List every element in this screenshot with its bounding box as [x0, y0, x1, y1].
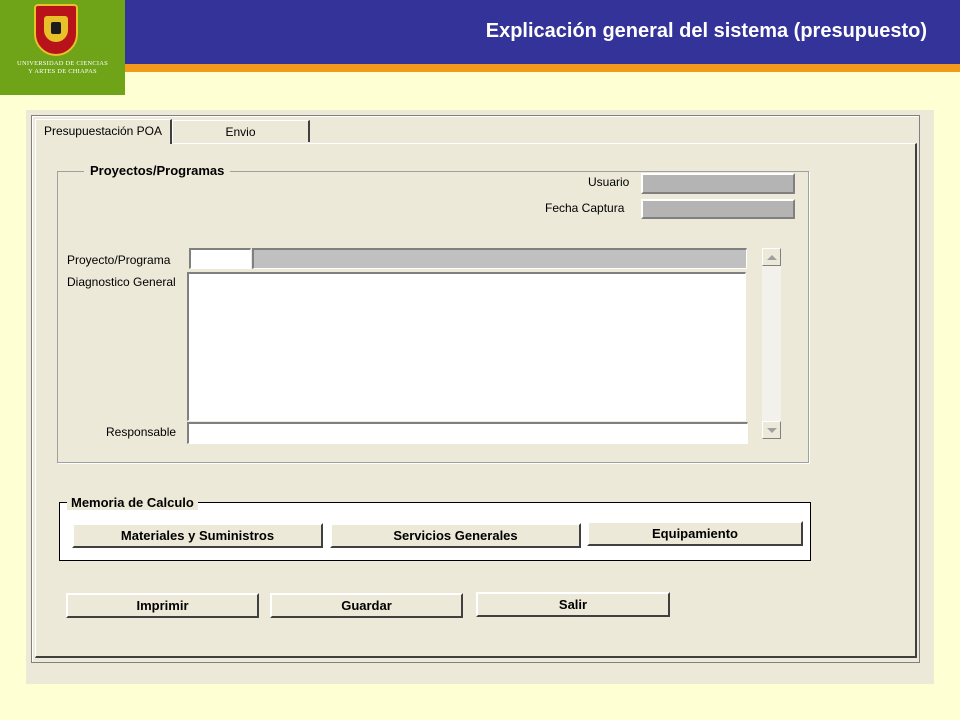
title-bar: Explicación general del sistema (presupu… [125, 0, 960, 64]
fecha-captura-label: Fecha Captura [545, 201, 625, 215]
university-name: UNIVERSIDAD DE CIENCIAS Y ARTES DE CHIAP… [17, 60, 108, 75]
responsable-label: Responsable [106, 425, 177, 439]
usuario-field[interactable] [641, 173, 795, 194]
proyecto-code-field[interactable] [189, 248, 251, 269]
memoria-calculo-title: Memoria de Calculo [67, 495, 198, 510]
crest-icon [34, 4, 78, 56]
page-title: Explicación general del sistema (presupu… [485, 20, 927, 42]
scroll-up-button[interactable] [762, 248, 781, 266]
tab-presupuestacion-poa[interactable]: Presupuestación POA [35, 119, 172, 144]
imprimir-button[interactable]: Imprimir [66, 593, 259, 618]
diagnostico-general-label: Diagnostico General [67, 275, 176, 289]
usuario-label: Usuario [588, 175, 630, 189]
equipamiento-button[interactable]: Equipamiento [587, 521, 803, 546]
fecha-captura-field[interactable] [641, 199, 795, 219]
salir-button[interactable]: Salir [476, 592, 670, 617]
proyectos-group-title: Proyectos/Programas [84, 163, 231, 178]
university-logo: UNIVERSIDAD DE CIENCIAS Y ARTES DE CHIAP… [0, 0, 125, 95]
scroll-down-button[interactable] [762, 421, 781, 439]
arrow-up-icon [766, 254, 777, 260]
diagnostico-scrollbar[interactable] [762, 248, 781, 439]
materiales-suministros-button[interactable]: Materiales y Suministros [72, 523, 323, 548]
servicios-generales-button[interactable]: Servicios Generales [330, 523, 581, 548]
header-divider [125, 64, 960, 72]
proyecto-name-field[interactable] [252, 248, 747, 269]
guardar-button[interactable]: Guardar [270, 593, 463, 618]
responsable-field[interactable] [187, 422, 748, 444]
proyecto-programa-label: Proyecto/Programa [67, 253, 171, 267]
arrow-down-icon [766, 427, 777, 433]
diagnostico-general-textarea[interactable] [187, 272, 746, 421]
tab-envio[interactable]: Envio [172, 120, 310, 142]
